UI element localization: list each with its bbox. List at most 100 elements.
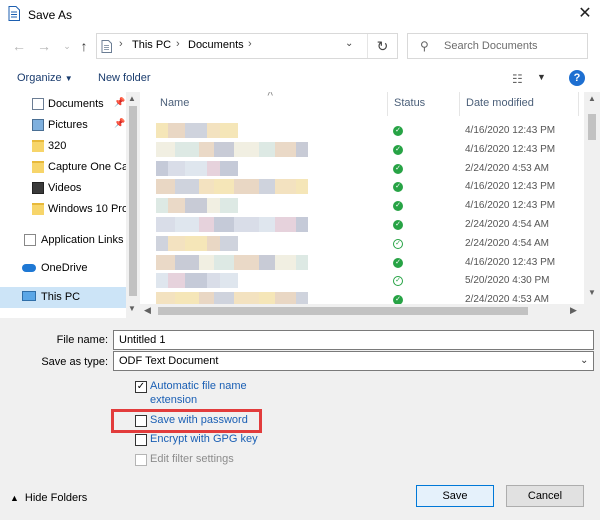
synced-status-icon: ✓ bbox=[393, 126, 403, 136]
scroll-thumb[interactable] bbox=[588, 114, 596, 140]
file-name-blurred bbox=[156, 235, 356, 252]
this-pc-icon bbox=[22, 291, 36, 301]
auto-extension-label-line1[interactable]: Automatic file name bbox=[150, 380, 247, 392]
address-bar[interactable]: › This PC › Documents › ⌄ ↻ bbox=[96, 33, 398, 59]
save-as-type-value: ODF Text Document bbox=[119, 355, 219, 367]
file-name-input[interactable]: Untitled 1 bbox=[113, 330, 594, 350]
synced-status-icon: ✓ bbox=[393, 257, 403, 268]
breadcrumb-separator-icon: › bbox=[176, 38, 180, 50]
organize-button[interactable]: Organize ▼ bbox=[17, 72, 73, 84]
navigation-pane-scrollbar[interactable]: ▲ ▼ bbox=[126, 92, 140, 318]
highlight-box bbox=[111, 409, 262, 433]
navigation-pane: Documents 📌 Pictures 📌 320 Capture One C… bbox=[0, 92, 140, 318]
view-dropdown-icon[interactable]: ▼ bbox=[537, 72, 546, 82]
folder-icon bbox=[32, 161, 44, 173]
encrypt-gpg-checkbox[interactable] bbox=[135, 434, 147, 446]
scroll-right-arrow-icon[interactable]: ▶ bbox=[570, 305, 577, 316]
sidebar-item-onedrive[interactable]: OneDrive bbox=[0, 258, 126, 279]
folder-icon bbox=[32, 140, 44, 152]
sidebar-item-application-links[interactable]: Application Links bbox=[0, 230, 126, 251]
file-name-blurred bbox=[156, 273, 356, 289]
sidebar-item-videos[interactable]: Videos bbox=[0, 178, 126, 199]
scroll-thumb[interactable] bbox=[158, 307, 528, 315]
help-icon[interactable]: ? bbox=[569, 70, 585, 86]
view-options-icon[interactable]: ☷ bbox=[512, 72, 523, 86]
breadcrumb-this-pc[interactable]: This PC bbox=[132, 39, 171, 51]
save-button[interactable]: Save bbox=[416, 485, 494, 507]
available-status-icon: ✓ bbox=[393, 276, 403, 287]
window-title: Save As bbox=[28, 8, 73, 22]
synced-status-icon: ✓ bbox=[393, 201, 403, 212]
column-divider bbox=[578, 92, 579, 116]
table-row[interactable]: ✓ 2/24/2020 4:54 AM bbox=[140, 235, 580, 253]
refresh-icon[interactable]: ↻ bbox=[367, 34, 397, 58]
address-dropdown-icon[interactable]: ⌄ bbox=[345, 38, 353, 49]
encrypt-gpg-label[interactable]: Encrypt with GPG key bbox=[150, 433, 258, 445]
horizontal-scrollbar[interactable]: ◀ ▶ bbox=[140, 304, 584, 318]
synced-status-icon: ✓ bbox=[393, 163, 403, 174]
sidebar-item-documents[interactable]: Documents 📌 bbox=[0, 94, 126, 115]
search-icon: ⚲ bbox=[420, 39, 429, 53]
command-bar: Organize ▼ New folder ☷ ▼ ? bbox=[0, 64, 600, 92]
hide-folders-button[interactable]: ▲ Hide Folders bbox=[10, 492, 87, 504]
auto-extension-label-line2[interactable]: extension bbox=[150, 394, 197, 406]
file-name-blurred bbox=[156, 217, 356, 233]
forward-arrow-icon[interactable]: → bbox=[35, 36, 53, 56]
sidebar-item-windows-10-pro[interactable]: Windows 10 Pro bbox=[0, 199, 128, 220]
sidebar-item-this-pc[interactable]: This PC bbox=[0, 287, 126, 308]
date-modified-cell: 4/16/2020 12:43 PM bbox=[465, 181, 556, 193]
save-as-type-label: Save as type: bbox=[41, 356, 108, 368]
table-row[interactable]: ✓ 4/16/2020 12:43 PM bbox=[140, 141, 580, 159]
table-row[interactable]: ✓ 4/16/2020 12:43 PM bbox=[140, 254, 580, 272]
synced-status-icon: ✓ bbox=[393, 220, 403, 230]
save-as-type-select[interactable]: ODF Text Document ⌄ bbox=[113, 351, 594, 371]
table-row[interactable]: ✓ 4/16/2020 12:43 PM bbox=[140, 178, 580, 196]
file-name-blurred bbox=[156, 141, 356, 158]
pin-icon: 📌 bbox=[114, 97, 126, 107]
sort-ascending-icon: ˄ bbox=[267, 92, 274, 100]
scroll-up-arrow-icon[interactable]: ▲ bbox=[588, 94, 596, 103]
file-list-scrollbar[interactable]: ▲ ▼ bbox=[584, 92, 600, 318]
sidebar-item-320[interactable]: 320 bbox=[0, 136, 126, 157]
column-header-date-modified[interactable]: Date modified bbox=[466, 97, 534, 109]
table-row[interactable]: ✓ 4/16/2020 12:43 PM bbox=[140, 122, 580, 140]
scroll-down-arrow-icon[interactable]: ▼ bbox=[588, 288, 596, 297]
scroll-thumb[interactable] bbox=[129, 106, 137, 296]
date-modified-cell: 4/16/2020 12:43 PM bbox=[465, 200, 556, 212]
file-name-label: File name: bbox=[56, 334, 108, 346]
cancel-button[interactable]: Cancel bbox=[506, 485, 584, 507]
documents-location-icon bbox=[101, 40, 112, 53]
column-header-name[interactable]: Name bbox=[160, 97, 189, 109]
new-folder-button[interactable]: New folder bbox=[98, 72, 151, 84]
table-row[interactable]: ✓ 2/24/2020 4:53 AM bbox=[140, 160, 580, 178]
up-arrow-icon[interactable]: ↑ bbox=[75, 36, 93, 56]
synced-status-icon: ✓ bbox=[393, 182, 403, 193]
scroll-up-arrow-icon[interactable]: ▲ bbox=[128, 94, 136, 103]
search-input[interactable]: ⚲ Search Documents bbox=[407, 33, 588, 59]
file-name-blurred bbox=[156, 179, 356, 195]
scroll-left-arrow-icon[interactable]: ◀ bbox=[144, 305, 151, 316]
column-header-status[interactable]: Status bbox=[394, 97, 425, 109]
breadcrumb-documents[interactable]: Documents bbox=[188, 39, 244, 51]
file-name-blurred bbox=[156, 198, 356, 214]
videos-icon bbox=[32, 182, 44, 194]
date-modified-cell: 4/16/2020 12:43 PM bbox=[465, 256, 556, 268]
file-name-blurred bbox=[156, 160, 356, 177]
column-divider bbox=[387, 92, 388, 116]
date-modified-cell: 2/24/2020 4:54 AM bbox=[465, 219, 549, 230]
search-placeholder: Search Documents bbox=[444, 40, 538, 52]
sidebar-item-capture-one-cat[interactable]: Capture One Cat bbox=[0, 157, 131, 178]
sidebar-item-pictures[interactable]: Pictures 📌 bbox=[0, 115, 126, 136]
close-icon[interactable]: ✕ bbox=[574, 4, 596, 24]
date-modified-cell: 2/24/2020 4:54 AM bbox=[465, 237, 549, 249]
folder-icon bbox=[32, 203, 44, 215]
recent-locations-chevron-icon[interactable]: ⌄ bbox=[58, 36, 76, 56]
table-row[interactable]: ✓ 2/24/2020 4:54 AM bbox=[140, 216, 580, 234]
scroll-down-arrow-icon[interactable]: ▼ bbox=[128, 304, 136, 313]
application-links-icon bbox=[24, 234, 36, 246]
table-row[interactable]: ✓ 4/16/2020 12:43 PM bbox=[140, 197, 580, 215]
documents-icon bbox=[32, 98, 44, 110]
auto-extension-checkbox[interactable]: ✓ bbox=[135, 381, 147, 393]
back-arrow-icon[interactable]: ← bbox=[10, 36, 28, 56]
table-row[interactable]: ✓ 5/20/2020 4:30 PM bbox=[140, 272, 580, 290]
